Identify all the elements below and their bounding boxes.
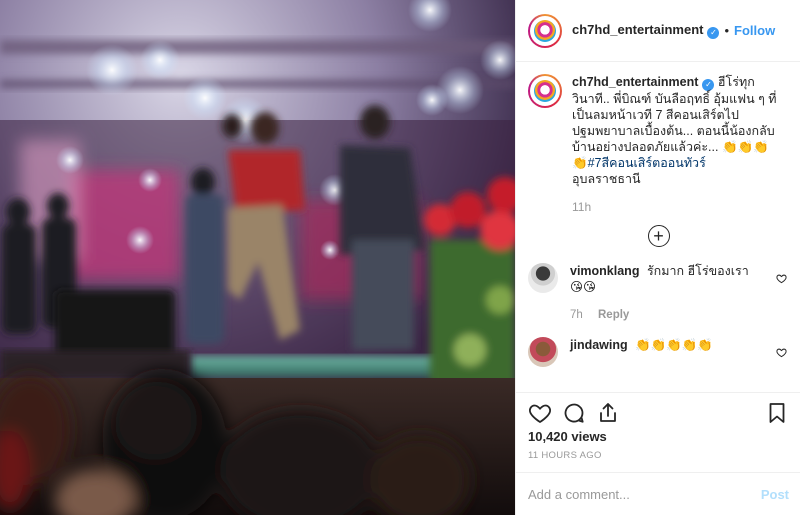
comment-like-heart-icon[interactable] [776,273,787,284]
load-more-comments-button[interactable]: + [647,225,670,247]
post-actions: 10,420 views 11 HOURS AGO [516,392,800,461]
comment-item: vimonklang รักมาก ฮีโร่ของเรา 😘😘 7h Repl… [528,263,789,323]
add-comment-input[interactable] [528,486,761,502]
post-timestamp[interactable]: 11 HOURS AGO [528,450,789,461]
plus-circle-icon: + [653,226,664,246]
comment-item: jindawing 👏👏👏👏👏 [528,337,789,367]
view-count[interactable]: 10,420 views [528,429,789,444]
header-username[interactable]: ch7hd_entertainment [572,22,703,37]
comment-timestamp[interactable]: 7h [570,309,583,321]
verified-badge-icon: ✓ [702,79,715,91]
comment-icon[interactable] [562,401,586,425]
post-sidebar: ch7hd_entertainment ✓ • Follow ch7hd_ente… [515,0,800,515]
channel7-logo-icon [534,80,556,102]
account-avatar[interactable] [528,13,562,48]
share-icon[interactable] [596,401,620,425]
add-comment-bar: Post [516,472,800,515]
post-caption: ch7hd_entertainment ✓ ฮีโร่ทุกวินาที.. พี… [528,74,789,215]
bookmark-icon[interactable] [765,401,789,425]
heart-icon[interactable] [528,401,552,425]
commenter-avatar[interactable] [528,263,558,293]
instagram-post: ch7hd_entertainment ✓ • Follow ch7hd_ente… [0,0,800,515]
comment-text: 👏👏👏👏👏 [635,338,713,352]
caption-hashtag[interactable]: #7สีคอนเสิร์ตออนทัวร์ [588,156,706,170]
separator-dot: • [724,23,730,38]
comment-username[interactable]: jindawing [570,338,628,352]
commenter-avatar[interactable] [528,337,558,367]
post-comment-button[interactable]: Post [761,487,789,502]
channel7-logo-icon [534,19,556,42]
comment-like-heart-icon[interactable] [776,347,787,358]
caption-username[interactable]: ch7hd_entertainment [572,75,698,89]
comments-list[interactable]: ch7hd_entertainment ✓ ฮีโร่ทุกวินาที.. พี… [516,62,800,392]
concert-stage-scene [0,0,515,515]
post-video[interactable] [0,0,515,515]
caption-location-text: อุบลราชธานี [572,172,641,186]
comment-username[interactable]: vimonklang [570,264,639,278]
caption-avatar[interactable] [528,74,562,108]
follow-button[interactable]: Follow [734,23,775,38]
reply-button[interactable]: Reply [598,309,629,321]
post-header: ch7hd_entertainment ✓ • Follow [516,0,800,62]
caption-timestamp[interactable]: 11h [572,199,777,215]
verified-badge-icon: ✓ [707,27,720,39]
